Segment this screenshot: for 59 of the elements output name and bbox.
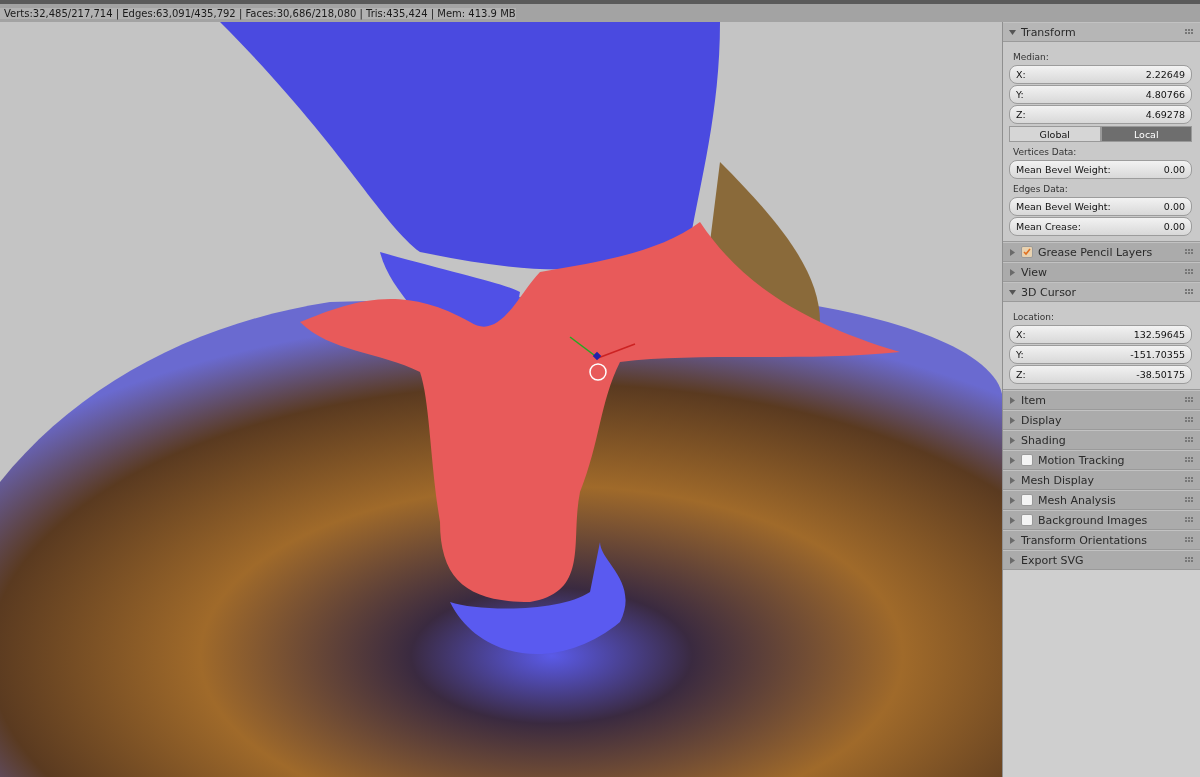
triangle-right-icon [1009,476,1016,484]
scene-statistics: Verts:32,485/217,714 | Edges:63,091/435,792 | Faces:30,686/218,080 | Tris:435,424 | Mem: 413.9 MB [0,7,516,19]
grip-icon[interactable] [1185,457,1194,463]
panel-header[interactable]: Grease Pencil Layers [1003,242,1200,262]
grip-icon[interactable] [1185,557,1194,563]
orientation-toggle[interactable]: Global [1009,126,1101,142]
panel-header[interactable]: Shading [1003,430,1200,450]
grip-icon[interactable] [1185,517,1194,523]
grip-icon[interactable] [1185,249,1194,255]
grip-icon[interactable] [1185,29,1194,35]
triangle-right-icon [1009,556,1016,564]
number-field[interactable]: Mean Bevel Weight: 0.00 [1009,160,1192,179]
number-field[interactable]: X: 2.22649 [1009,65,1192,84]
section-label: Vertices Data: [1012,146,1078,159]
number-field[interactable]: Y: -151.70355 [1009,345,1192,364]
triangle-right-icon [1009,396,1016,404]
orientation-toggle[interactable]: Local [1100,126,1192,142]
triangle-right-icon [1009,248,1016,256]
number-field[interactable]: Y: 4.80766 [1009,85,1192,104]
checkbox[interactable] [1021,494,1033,506]
grip-icon[interactable] [1185,289,1194,295]
section-label: Median: [1012,51,1050,64]
triangle-right-icon [1009,456,1016,464]
section-label: Edges Data: [1012,183,1069,196]
panel-header[interactable]: Display [1003,410,1200,430]
panel-header[interactable]: Transform Orientations [1003,530,1200,550]
panel-header[interactable]: Mesh Analysis [1003,490,1200,510]
number-field[interactable]: Mean Crease: 0.00 [1009,217,1192,236]
grip-icon[interactable] [1185,397,1194,403]
number-field[interactable]: X: 132.59645 [1009,325,1192,344]
panel-header[interactable]: View [1003,262,1200,282]
triangle-right-icon [1009,516,1016,524]
checkbox[interactable] [1021,514,1033,526]
grip-icon[interactable] [1185,417,1194,423]
panel-header[interactable]: Item [1003,390,1200,410]
triangle-right-icon [1009,416,1016,424]
grip-icon[interactable] [1185,477,1194,483]
triangle-right-icon [1009,268,1016,276]
triangle-right-icon [1009,536,1016,544]
grip-icon[interactable] [1185,437,1194,443]
triangle-right-icon [1009,496,1016,504]
panel-header[interactable]: Transform [1003,22,1200,42]
triangle-down-icon [1009,288,1016,296]
section-label: Location: [1012,311,1056,324]
panel-header[interactable]: 3D Cursor [1003,282,1200,302]
panel-header[interactable]: Motion Tracking [1003,450,1200,470]
grip-icon[interactable] [1185,537,1194,543]
grip-icon[interactable] [1185,269,1194,275]
number-field[interactable]: Z: 4.69278 [1009,105,1192,124]
triangle-right-icon [1009,436,1016,444]
panel-header[interactable]: Export SVG [1003,550,1200,570]
number-field[interactable]: Mean Bevel Weight: 0.00 [1009,197,1192,216]
number-field[interactable]: Z: -38.50175 [1009,365,1192,384]
checkbox[interactable] [1021,454,1033,466]
triangle-down-icon [1009,28,1016,36]
grip-icon[interactable] [1185,497,1194,503]
panel-header[interactable]: Mesh Display [1003,470,1200,490]
panel-header[interactable]: Background Images [1003,510,1200,530]
checkbox[interactable] [1021,246,1033,258]
